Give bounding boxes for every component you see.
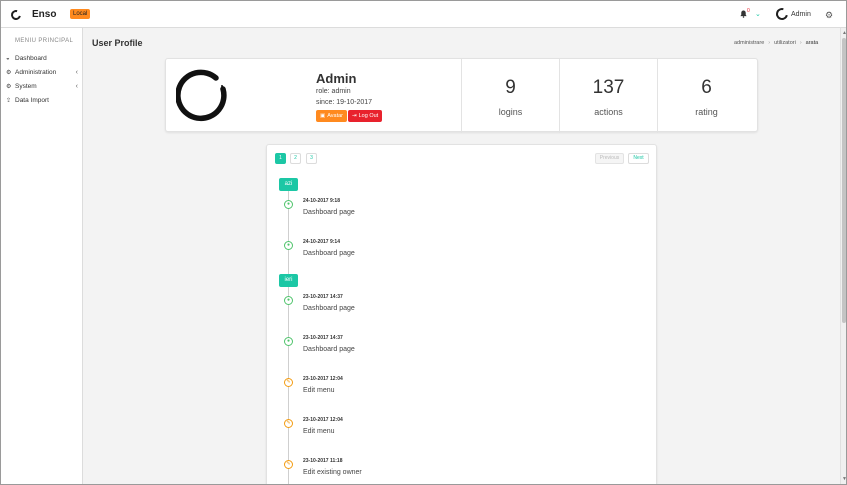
timeline-event-time: 23-10-2017 12:04: [303, 376, 343, 382]
pagination-previous-button[interactable]: Previous: [595, 153, 624, 164]
stat-label: actions: [594, 107, 623, 117]
stat-value: 6: [701, 77, 712, 98]
profile-avatar: [176, 69, 227, 122]
stat-logins: 9 logins: [461, 59, 559, 133]
pencil-icon: ✎: [284, 419, 293, 428]
sidebar-item-label: Administration: [15, 69, 57, 76]
profile-name: Admin: [316, 71, 357, 86]
user-menu-name[interactable]: Admin: [791, 11, 811, 18]
timeline-event-text: Dashboard page: [303, 209, 355, 216]
bell-icon[interactable]: [740, 10, 747, 18]
eye-icon: ●: [284, 200, 293, 209]
eye-icon: ●: [284, 337, 293, 346]
scroll-up-arrow-icon[interactable]: ▲: [842, 30, 846, 36]
timeline-event-time: 23-10-2017 12:04: [303, 417, 343, 423]
timeline-event-time: 24-10-2017 9:14: [303, 239, 340, 245]
timeline-event-text: Edit menu: [303, 387, 335, 394]
sidebar-item-system[interactable]: ⚙ System ‹: [6, 81, 81, 92]
chevron-left-icon: ‹: [75, 69, 78, 76]
sidebar-item-administration[interactable]: ⚙ Administration ‹: [6, 67, 81, 78]
breadcrumb-item[interactable]: administrare: [734, 40, 764, 46]
scroll-down-arrow-icon[interactable]: ▼: [842, 476, 846, 482]
timeline-event-text: Dashboard page: [303, 305, 355, 312]
sidebar-item-data-import[interactable]: ⇪ Data Import: [6, 95, 81, 106]
chevron-left-icon: ‹: [75, 83, 78, 90]
timeline-event-time: 23-10-2017 14:37: [303, 335, 343, 341]
avatar-button-label: Avatar: [327, 113, 343, 119]
settings-gear-icon[interactable]: ⚙: [825, 10, 833, 21]
pencil-icon: ✎: [284, 378, 293, 387]
profile-role: role: admin: [316, 88, 351, 95]
logout-icon: ⇥: [352, 113, 357, 119]
eye-icon: ●: [284, 296, 293, 305]
timeline-event-time: 23-10-2017 14:37: [303, 294, 343, 300]
profile-card: Admin role: admin since: 19-10-2017 ▣ Av…: [165, 58, 758, 133]
pagination-page-2[interactable]: 2: [290, 153, 301, 164]
stat-rating: 6 rating: [657, 59, 755, 133]
timeline-event-time: 24-10-2017 9:18: [303, 198, 340, 204]
timeline-event-text: Dashboard page: [303, 250, 355, 257]
page-scrollbar[interactable]: ▲ ▼: [840, 28, 846, 484]
scrollbar-thumb[interactable]: [842, 38, 846, 323]
app-name[interactable]: Enso: [32, 9, 56, 20]
pagination-next-button[interactable]: Next: [628, 153, 649, 164]
timeline-line: [288, 185, 289, 484]
page-title: User Profile: [92, 38, 143, 48]
timeline-event-text: Edit menu: [303, 428, 335, 435]
stat-actions: 137 actions: [559, 59, 657, 133]
profile-since: since: 19-10-2017: [316, 99, 373, 106]
enso-logo-icon[interactable]: [9, 8, 23, 22]
breadcrumb: administrare › utilizatori › arata: [734, 40, 819, 46]
chevron-down-icon[interactable]: ⌄: [755, 10, 761, 18]
dashboard-icon: ◒: [6, 55, 10, 62]
breadcrumb-current: arata: [805, 40, 819, 46]
environment-badge: Local: [70, 9, 91, 19]
activity-timeline-card: 1 2 3 Previous Next azi ● 24-10-2017 9:1…: [266, 144, 657, 484]
timeline-event-text: Dashboard page: [303, 346, 355, 353]
logout-button-label: Log Out: [358, 113, 379, 119]
notification-count: 0: [747, 8, 750, 14]
pagination-page-3[interactable]: 3: [306, 153, 317, 164]
pencil-icon: ✎: [284, 460, 293, 469]
stat-value: 9: [505, 77, 516, 98]
app-window: Enso Local 0 ⌄ Admin ⚙ MENIU PRINCIPAL ◒…: [0, 0, 847, 485]
stat-label: rating: [695, 107, 718, 117]
stat-label: logins: [498, 107, 523, 117]
user-avatar[interactable]: [773, 5, 791, 23]
cogs-icon: ⚙: [6, 70, 12, 76]
timeline-event-time: 23-10-2017 11:18: [303, 458, 343, 464]
pagination-page-1[interactable]: 1: [275, 153, 286, 164]
upload-icon: ⇪: [6, 98, 12, 104]
timeline-day-tag: ieri: [279, 274, 298, 287]
gear-icon: ⚙: [6, 84, 12, 90]
sidebar-item-label: Data Import: [15, 97, 49, 104]
eye-icon: ●: [284, 241, 293, 250]
sidebar-item-label: System: [15, 83, 37, 90]
sidebar-item-label: Dashboard: [15, 55, 47, 62]
sidebar-item-dashboard[interactable]: ◒ Dashboard: [6, 53, 81, 64]
logout-button[interactable]: ⇥ Log Out: [348, 110, 383, 122]
timeline-day-tag: azi: [279, 178, 298, 191]
breadcrumb-item[interactable]: utilizatori: [774, 40, 796, 46]
image-icon: ▣: [320, 113, 326, 119]
top-navbar: Enso Local 0 ⌄ Admin ⚙: [1, 1, 846, 28]
timeline-event-text: Edit existing owner: [303, 469, 362, 476]
stat-value: 137: [592, 77, 625, 98]
avatar-button[interactable]: ▣ Avatar: [316, 110, 347, 122]
sidebar-title: MENIU PRINCIPAL: [15, 38, 74, 44]
sidebar: MENIU PRINCIPAL ◒ Dashboard ⚙ Administra…: [1, 28, 83, 484]
